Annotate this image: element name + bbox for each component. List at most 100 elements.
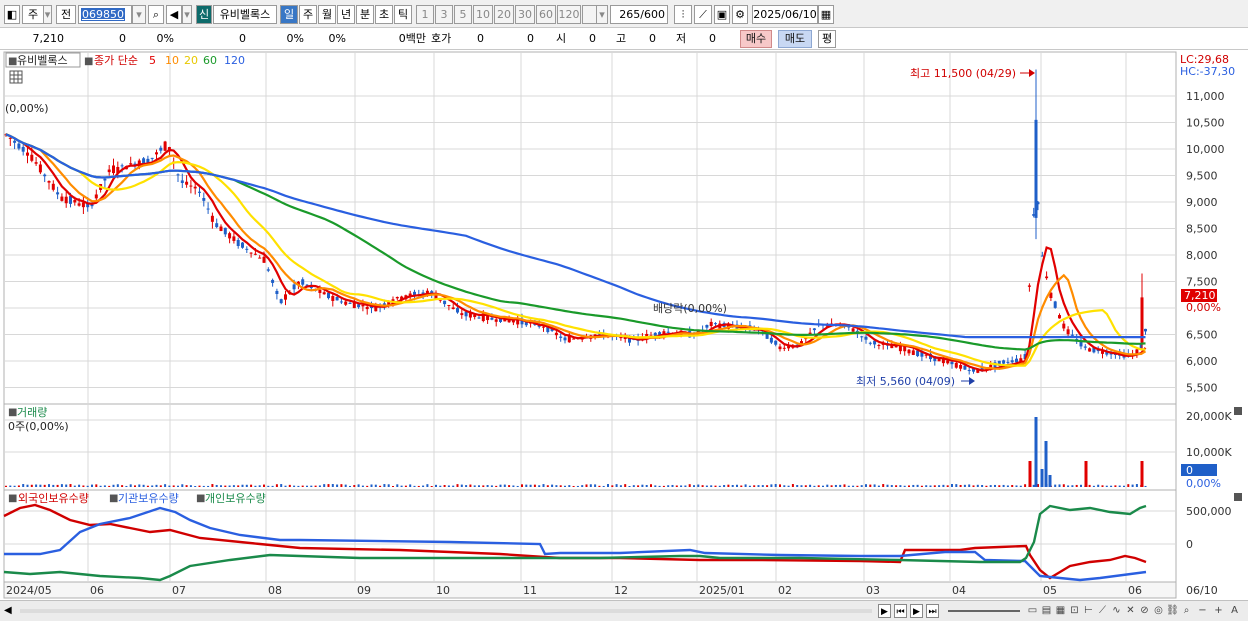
rewind-icon[interactable]: ⏮ bbox=[894, 604, 907, 618]
play-forward-icon[interactable]: ▶ bbox=[910, 604, 923, 618]
count-field[interactable]: 265/600 bbox=[610, 5, 668, 24]
zoom-slider[interactable] bbox=[948, 610, 1020, 612]
candle-body bbox=[1010, 360, 1014, 363]
candle-body bbox=[185, 181, 189, 185]
zoom-icon[interactable]: ⌕ bbox=[1180, 604, 1193, 618]
buy-button[interactable]: 매수 bbox=[740, 30, 772, 48]
fit-icon[interactable]: ⊡ bbox=[1068, 604, 1081, 618]
candle-body bbox=[198, 191, 201, 193]
volume-bar bbox=[383, 484, 386, 487]
volume-bar bbox=[1011, 485, 1014, 487]
candle-body bbox=[1066, 329, 1070, 335]
holdings-panel-close-icon[interactable] bbox=[1234, 493, 1242, 501]
ma-bullet-icon: ■ bbox=[84, 56, 93, 67]
interval-30[interactable]: 30 bbox=[515, 5, 535, 24]
volume-bar bbox=[1105, 485, 1108, 487]
candle-body bbox=[327, 292, 330, 299]
candle-body bbox=[365, 306, 369, 310]
play-icon[interactable]: ▶ bbox=[878, 604, 891, 618]
period-select[interactable]: 주 bbox=[22, 5, 44, 24]
tab-year[interactable]: 년 bbox=[337, 5, 355, 24]
zoom-in-icon[interactable]: + bbox=[1212, 604, 1225, 618]
interval-1[interactable]: 1 bbox=[416, 5, 434, 24]
interval-10[interactable]: 10 bbox=[473, 5, 493, 24]
measure-icon[interactable]: ⊢ bbox=[1082, 604, 1095, 618]
cross-icon[interactable]: ✕ bbox=[1124, 604, 1137, 618]
code-dropdown-icon[interactable]: ▾ bbox=[132, 5, 146, 24]
interval-60[interactable]: 60 bbox=[536, 5, 556, 24]
wave-icon[interactable]: ∿ bbox=[1110, 604, 1123, 618]
tab-month[interactable]: 월 bbox=[318, 5, 336, 24]
prev-button[interactable]: 전 bbox=[56, 5, 76, 24]
volume-bar bbox=[503, 484, 506, 487]
font-size-icon[interactable]: A bbox=[1228, 604, 1241, 618]
save-icon[interactable]: ▣ bbox=[714, 5, 730, 24]
volume-bar bbox=[318, 485, 321, 487]
volume-bar bbox=[564, 485, 566, 487]
hide-icon[interactable]: ⊘ bbox=[1138, 604, 1151, 618]
volume-bar bbox=[899, 485, 902, 487]
volume-bar bbox=[989, 485, 992, 487]
calendar-icon[interactable]: ▦ bbox=[818, 5, 834, 24]
volume-bar bbox=[56, 484, 59, 487]
search-icon[interactable]: ⌕ bbox=[148, 5, 164, 24]
gear-icon[interactable]: ⚙ bbox=[732, 5, 748, 24]
sell-button[interactable]: 매도 bbox=[778, 30, 812, 48]
candle-body bbox=[258, 257, 262, 259]
interval-120[interactable]: 120 bbox=[557, 5, 581, 24]
sound-icon[interactable]: ◀ bbox=[166, 5, 182, 24]
stock-code-value: 069850 bbox=[81, 8, 125, 21]
fast-forward-icon[interactable]: ⏭ bbox=[926, 604, 939, 618]
candle-body bbox=[554, 332, 558, 336]
volume-bar bbox=[99, 485, 102, 487]
volume-bar bbox=[701, 485, 704, 487]
grid-icon[interactable]: ▦ bbox=[1054, 604, 1067, 618]
date-field[interactable]: 2025/06/10 bbox=[752, 5, 818, 24]
table-icon[interactable] bbox=[9, 70, 23, 84]
volume-bar bbox=[637, 485, 640, 487]
zoom-out-icon[interactable]: − bbox=[1196, 604, 1209, 618]
layout-split-icon[interactable]: ▤ bbox=[1040, 604, 1053, 618]
tab-minute[interactable]: 분 bbox=[356, 5, 374, 24]
candle-icon[interactable]: ⫶ bbox=[674, 5, 692, 24]
volume-bar bbox=[895, 485, 898, 487]
candle-body bbox=[1144, 328, 1147, 332]
volume-bar bbox=[933, 485, 936, 487]
candle-body bbox=[176, 174, 180, 176]
interval-3[interactable]: 3 bbox=[435, 5, 453, 24]
layout-icon[interactable]: ▭ bbox=[1026, 604, 1039, 618]
volume-bar bbox=[628, 485, 631, 487]
ma-label: 종가 단순 bbox=[94, 54, 138, 67]
volume-bar bbox=[650, 484, 652, 487]
volume-bar bbox=[886, 484, 889, 487]
chart-icon[interactable]: ◧ bbox=[4, 5, 20, 24]
volume-bar bbox=[177, 485, 179, 487]
tab-tick[interactable]: 틱 bbox=[394, 5, 412, 24]
scrollbar-track[interactable] bbox=[20, 609, 872, 613]
camera-icon[interactable]: ◎ bbox=[1152, 604, 1165, 618]
sound-dropdown-icon[interactable]: ▾ bbox=[182, 5, 192, 24]
candle-body bbox=[43, 174, 47, 177]
trend-icon[interactable]: ⟋ bbox=[1096, 604, 1109, 618]
holdings-individual-label: 개인보유수량 bbox=[205, 492, 266, 505]
candle-body bbox=[1045, 276, 1049, 279]
volume-panel-close-icon[interactable] bbox=[1234, 407, 1242, 415]
stock-chart[interactable]: 2024/05 06 07 08 09 10 11 12 2025/01 02 03 04 05 06 ■… bbox=[0, 50, 1248, 600]
scroll-left-icon[interactable]: ◀ bbox=[4, 604, 16, 618]
link-icon[interactable]: ⛓ bbox=[1166, 604, 1179, 618]
candle-body bbox=[963, 365, 967, 370]
interval-5[interactable]: 5 bbox=[454, 5, 472, 24]
candle-body bbox=[559, 336, 563, 338]
volume-bar bbox=[693, 485, 695, 487]
volume-bar bbox=[804, 485, 807, 487]
tab-second[interactable]: 초 bbox=[375, 5, 393, 24]
interval-20[interactable]: 20 bbox=[494, 5, 514, 24]
tab-day[interactable]: 일 bbox=[280, 5, 298, 24]
tab-week[interactable]: 주 bbox=[299, 5, 317, 24]
line-chart-icon[interactable]: ⟋ bbox=[694, 5, 712, 24]
volume-bar bbox=[297, 485, 300, 487]
chevron-down-icon[interactable]: ▾ bbox=[596, 5, 608, 24]
chevron-down-icon[interactable]: ▾ bbox=[44, 5, 52, 24]
avg-button[interactable]: 평 bbox=[818, 30, 836, 48]
stock-code-input[interactable]: 069850 bbox=[78, 5, 132, 24]
